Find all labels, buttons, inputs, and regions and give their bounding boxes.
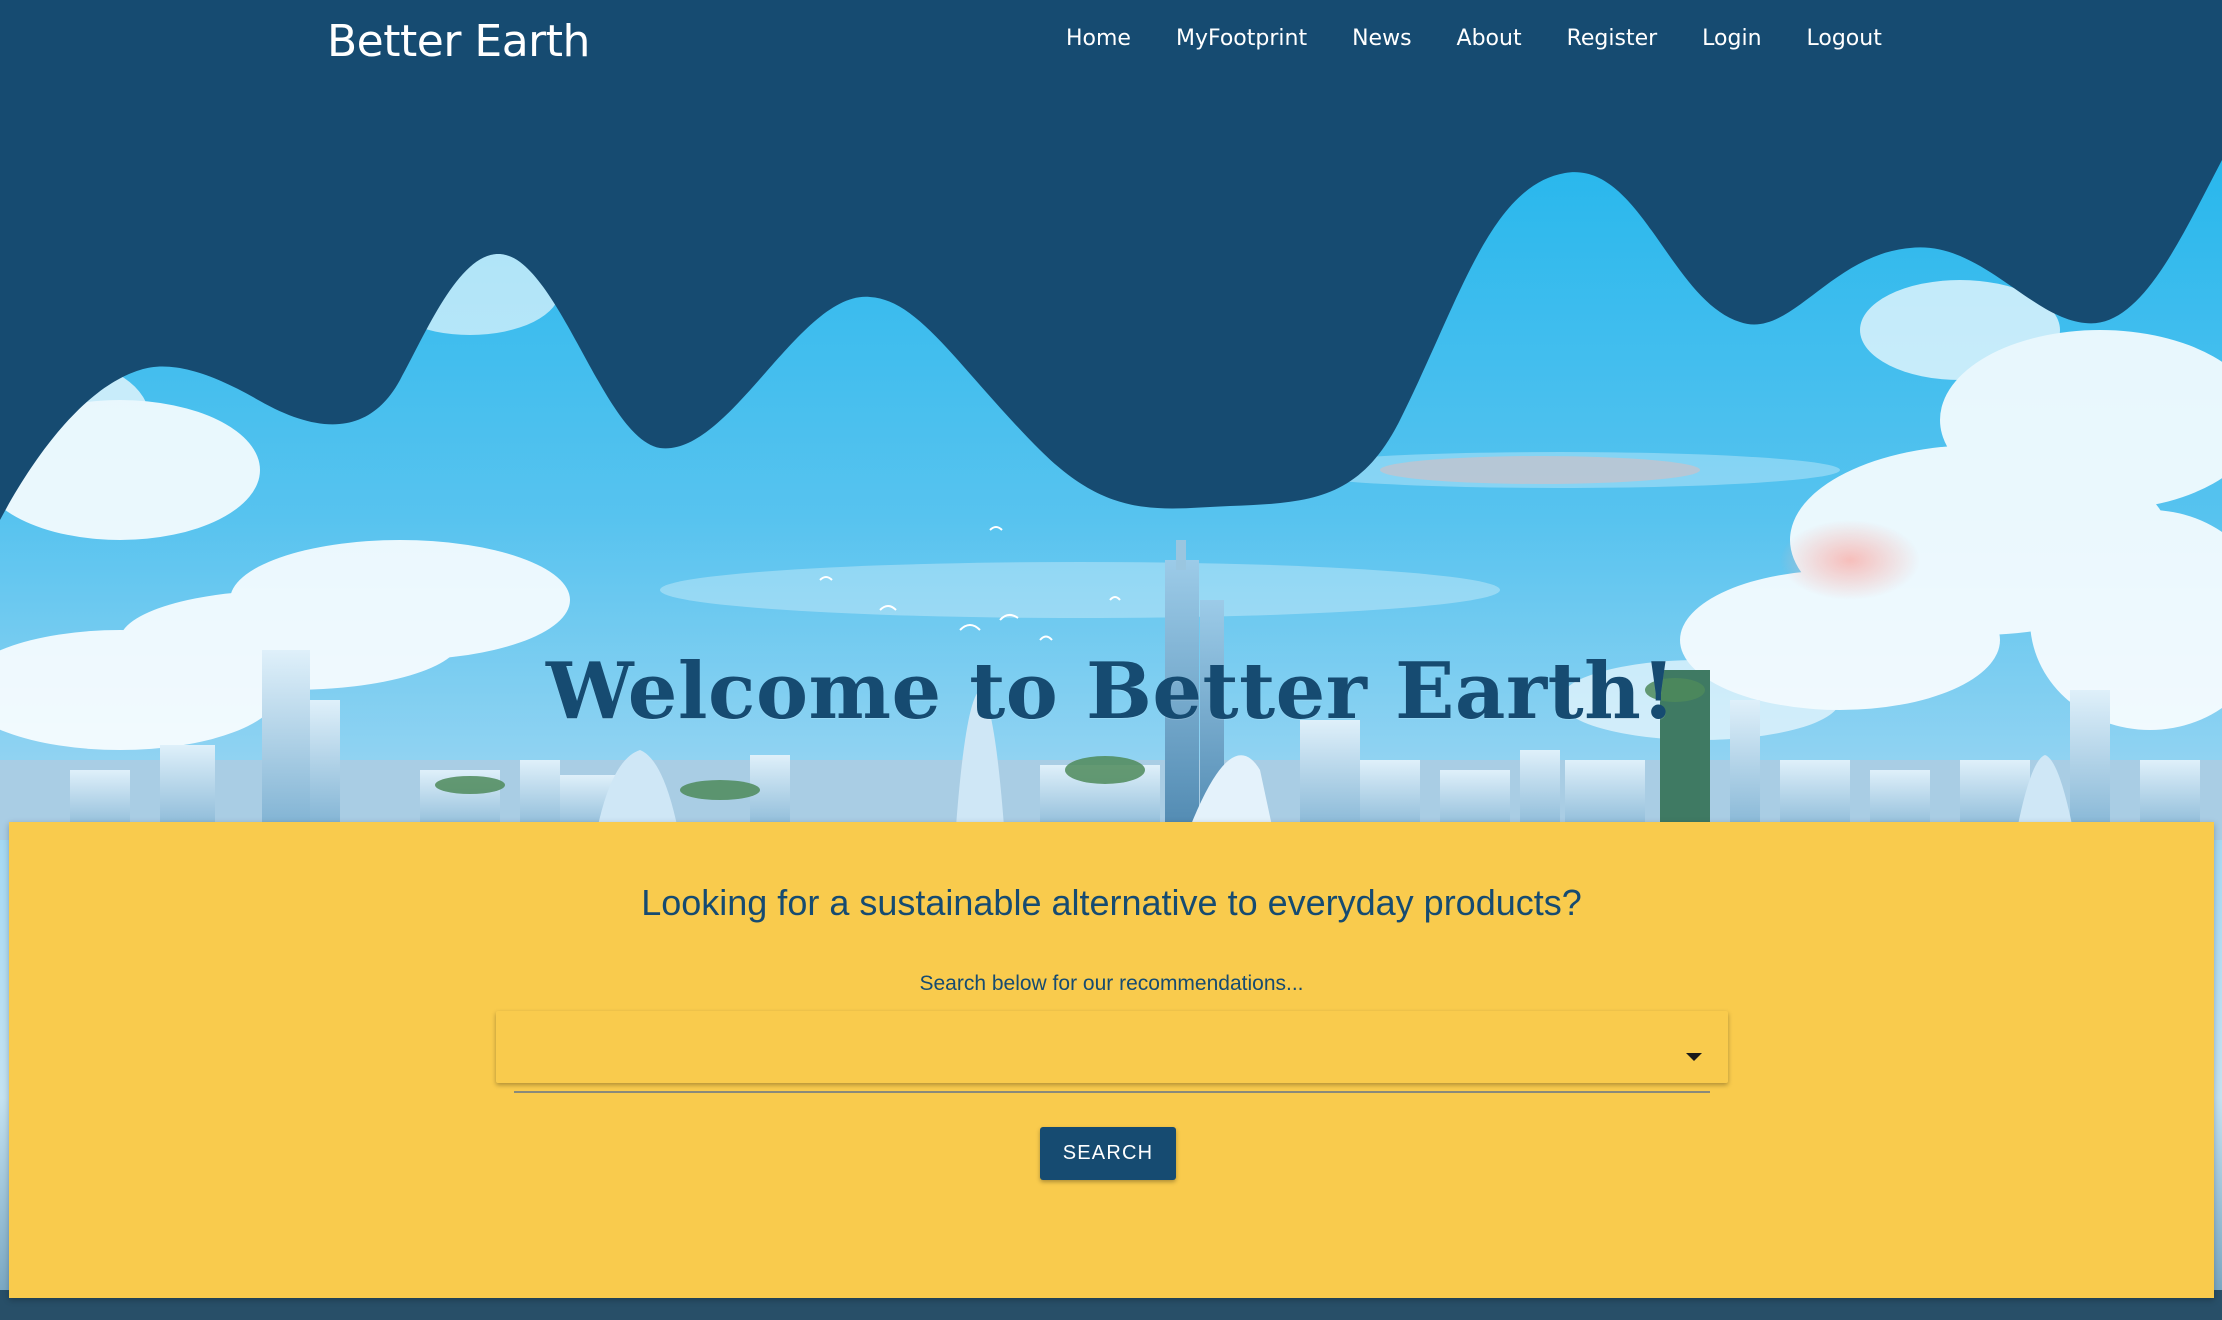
welcome-heading: Welcome to Better Earth!	[545, 646, 1677, 737]
caret-down-icon[interactable]	[1686, 1053, 1702, 1061]
nav-link-about[interactable]: About	[1457, 26, 1522, 51]
product-select[interactable]	[496, 1011, 1728, 1083]
nav-link-myfootprint[interactable]: MyFootprint	[1176, 26, 1307, 51]
nav-link-logout[interactable]: Logout	[1807, 26, 1882, 51]
nav-link-register[interactable]: Register	[1567, 26, 1658, 51]
search-subtext: Search below for our recommendations...	[919, 972, 1304, 995]
top-navbar: Better Earth Home MyFootprint News About…	[0, 0, 2222, 86]
nav-links: Home MyFootprint News About Register Log…	[1066, 26, 1882, 51]
nav-link-login[interactable]: Login	[1702, 26, 1761, 51]
search-button[interactable]: SEARCH	[1040, 1127, 1176, 1180]
search-card: Looking for a sustainable alternative to…	[9, 822, 2214, 1298]
nav-link-home[interactable]: Home	[1066, 26, 1131, 51]
select-underline	[514, 1091, 1710, 1093]
brand-logo[interactable]: Better Earth	[327, 16, 590, 67]
search-heading: Looking for a sustainable alternative to…	[641, 882, 1582, 923]
nav-link-news[interactable]: News	[1352, 26, 1411, 51]
